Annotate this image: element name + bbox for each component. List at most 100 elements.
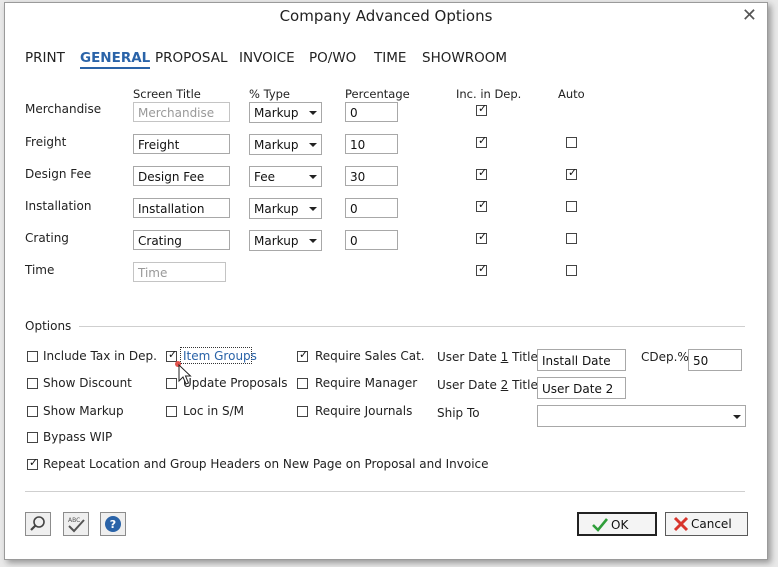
help-button[interactable]: ? bbox=[100, 512, 126, 536]
design-fee-percentage-input[interactable]: 30 bbox=[345, 166, 398, 186]
chevron-down-icon bbox=[309, 143, 317, 147]
header-screen-title: Screen Title bbox=[133, 87, 201, 101]
freight-type-value: Markup bbox=[254, 138, 299, 152]
magnifier-icon bbox=[30, 516, 45, 531]
user-date-2-label-pre: User Date bbox=[437, 378, 501, 392]
chevron-down-icon bbox=[309, 111, 317, 115]
check-icon: ✓ bbox=[478, 230, 488, 243]
show-markup-checkbox[interactable] bbox=[27, 406, 38, 417]
design-fee-type-value: Fee bbox=[254, 170, 276, 184]
crating-type-value: Markup bbox=[254, 234, 299, 248]
green-check-icon bbox=[592, 518, 609, 532]
tab-time[interactable]: TIME bbox=[374, 50, 406, 66]
header-inc-dep: Inc. in Dep. bbox=[456, 87, 522, 101]
ship-to-select[interactable] bbox=[537, 405, 746, 427]
tab-po-wo[interactable]: PO/WO bbox=[309, 50, 356, 66]
tab-general[interactable]: GENERAL bbox=[80, 50, 151, 69]
design-fee-title-input[interactable]: Design Fee bbox=[133, 166, 230, 186]
crating-percentage-input[interactable]: 0 bbox=[345, 230, 398, 250]
require-sales-cat-checkbox[interactable]: ✓ bbox=[297, 348, 309, 362]
check-icon: ✓ bbox=[478, 198, 488, 211]
installation-title-input[interactable]: Installation bbox=[133, 198, 230, 218]
ok-button[interactable]: OK bbox=[577, 512, 657, 536]
time-auto-checkbox[interactable] bbox=[566, 265, 577, 276]
check-icon: ✓ bbox=[29, 456, 39, 469]
freight-percentage-input[interactable]: 10 bbox=[345, 134, 398, 154]
header-type: % Type bbox=[249, 87, 290, 101]
row-label-freight: Freight bbox=[25, 135, 67, 149]
freight-title-input[interactable]: Freight bbox=[133, 134, 230, 154]
tab-invoice[interactable]: INVOICE bbox=[239, 50, 295, 66]
time-inc-dep-checkbox[interactable]: ✓ bbox=[476, 262, 488, 276]
dialog-window: Company Advanced Options ✕ PRINT GENERAL… bbox=[4, 2, 768, 560]
check-icon: ✓ bbox=[478, 166, 488, 179]
chevron-down-icon bbox=[309, 239, 317, 243]
merchandise-percentage-input[interactable]: 0 bbox=[345, 102, 398, 122]
freight-inc-dep-checkbox[interactable]: ✓ bbox=[476, 135, 487, 148]
loc-in-sm-checkbox[interactable] bbox=[166, 406, 177, 417]
require-manager-label: Require Manager bbox=[315, 376, 418, 390]
close-icon[interactable]: ✕ bbox=[742, 7, 757, 25]
require-journals-label: Require Journals bbox=[315, 404, 413, 418]
check-icon: ✓ bbox=[299, 348, 309, 361]
crating-type-select[interactable]: Markup bbox=[249, 230, 322, 251]
require-manager-checkbox[interactable] bbox=[297, 378, 308, 389]
window-title: Company Advanced Options bbox=[279, 7, 493, 25]
cancel-button-label: Cancel bbox=[691, 517, 732, 531]
options-section-label: Options bbox=[25, 319, 72, 333]
check-icon: ✓ bbox=[478, 102, 488, 115]
tab-proposal[interactable]: PROPOSAL bbox=[155, 50, 228, 66]
search-button[interactable] bbox=[25, 512, 51, 536]
red-x-icon bbox=[673, 516, 689, 532]
merchandise-title-input[interactable]: Merchandise bbox=[133, 102, 230, 122]
check-icon: ✓ bbox=[568, 166, 578, 179]
merchandise-type-select[interactable]: Markup bbox=[249, 102, 322, 123]
installation-auto-checkbox[interactable] bbox=[566, 201, 577, 212]
bypass-wip-checkbox[interactable] bbox=[27, 432, 38, 443]
spell-check-button[interactable]: ABC bbox=[63, 512, 89, 536]
user-date-2-label-post: Title bbox=[508, 378, 538, 392]
user-date-1-label: User Date 1 Title bbox=[437, 350, 538, 364]
mouse-cursor-icon bbox=[175, 361, 192, 385]
row-label-merchandise: Merchandise bbox=[25, 102, 102, 116]
check-icon: ✓ bbox=[478, 262, 488, 275]
tab-showroom[interactable]: SHOWROOM bbox=[422, 50, 507, 66]
design-fee-auto-checkbox[interactable]: ✓ bbox=[566, 166, 578, 180]
repeat-headers-checkbox[interactable]: ✓ bbox=[27, 456, 39, 470]
user-date-2-label: User Date 2 Title bbox=[437, 378, 538, 392]
crating-auto-checkbox[interactable] bbox=[566, 233, 577, 244]
spellcheck-icon: ABC bbox=[68, 517, 85, 533]
ok-button-label: OK bbox=[611, 518, 629, 532]
require-journals-checkbox[interactable] bbox=[297, 406, 308, 417]
tab-print[interactable]: PRINT bbox=[25, 50, 65, 66]
time-title-input[interactable]: Time bbox=[133, 262, 226, 282]
row-label-time: Time bbox=[25, 263, 55, 277]
footer-divider bbox=[25, 491, 745, 492]
ship-to-label: Ship To bbox=[437, 406, 480, 420]
crating-inc-dep-checkbox[interactable]: ✓ bbox=[476, 230, 488, 244]
item-groups-label: Item Groups bbox=[183, 349, 257, 363]
freight-auto-checkbox[interactable] bbox=[566, 137, 577, 148]
freight-type-select[interactable]: Markup bbox=[249, 134, 322, 155]
include-tax-label: Include Tax in Dep. bbox=[43, 349, 157, 363]
header-auto: Auto bbox=[558, 87, 585, 101]
require-sales-cat-label: Require Sales Cat. bbox=[315, 349, 425, 363]
chevron-down-icon bbox=[309, 175, 317, 179]
crating-title-input[interactable]: Crating bbox=[133, 230, 230, 250]
show-discount-checkbox[interactable] bbox=[27, 378, 38, 389]
chevron-down-icon bbox=[733, 415, 741, 419]
installation-type-select[interactable]: Markup bbox=[249, 198, 322, 219]
merchandise-inc-dep-checkbox[interactable]: ✓ bbox=[476, 102, 488, 116]
chevron-down-icon bbox=[309, 207, 317, 211]
user-date-1-input[interactable]: Install Date bbox=[537, 349, 626, 371]
options-divider bbox=[79, 326, 745, 327]
cancel-button[interactable]: Cancel bbox=[665, 512, 748, 536]
installation-inc-dep-checkbox[interactable]: ✓ bbox=[476, 198, 488, 212]
design-fee-type-select[interactable]: Fee bbox=[249, 166, 322, 187]
user-date-2-input[interactable]: User Date 2 bbox=[537, 377, 626, 399]
design-fee-inc-dep-checkbox[interactable]: ✓ bbox=[476, 166, 488, 180]
include-tax-checkbox[interactable] bbox=[27, 351, 38, 362]
cdep-input[interactable]: 50 bbox=[688, 349, 742, 371]
installation-percentage-input[interactable]: 0 bbox=[345, 198, 398, 218]
show-markup-label: Show Markup bbox=[43, 404, 124, 418]
